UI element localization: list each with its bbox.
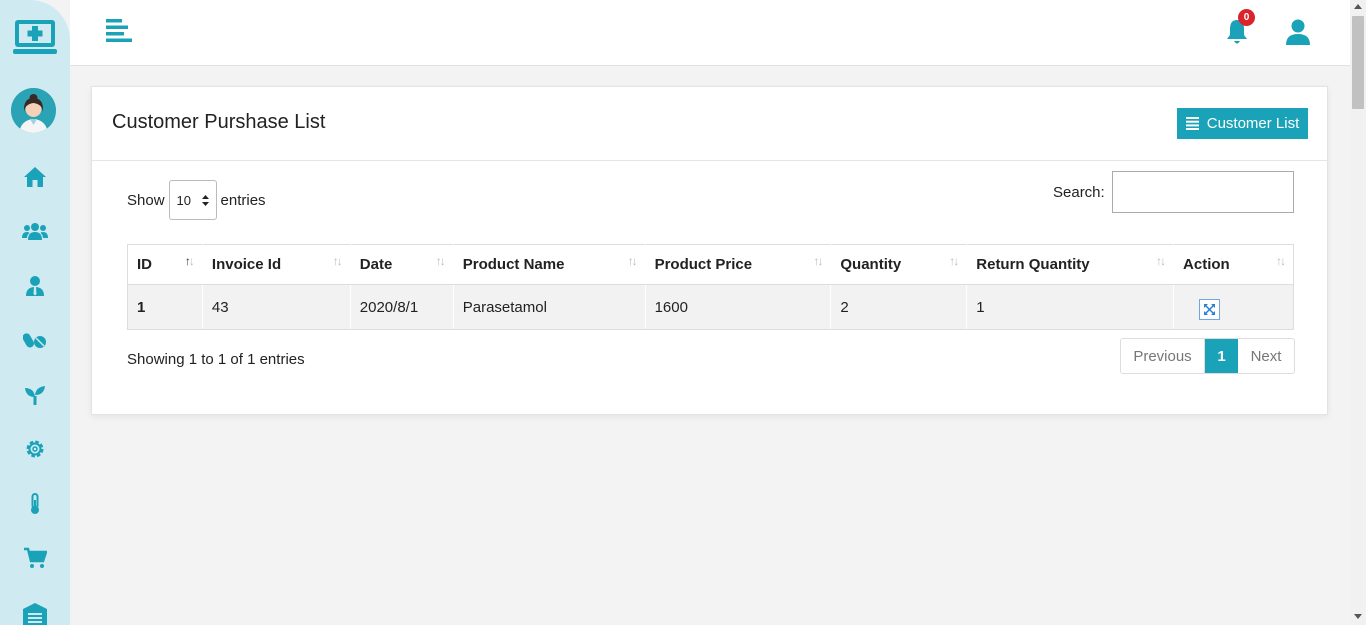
column-header-action[interactable]: Action ↑↓ <box>1173 244 1294 285</box>
sort-asc-icon: ↑↓ <box>184 254 195 268</box>
expand-icon[interactable] <box>1199 298 1221 320</box>
entries-select[interactable]: 10 <box>168 180 217 220</box>
scroll-up-arrow-icon[interactable] <box>1354 4 1362 9</box>
sort-icon: ↑↓ <box>627 254 638 268</box>
sidebar <box>0 0 70 625</box>
column-header-product-name[interactable]: Product Name ↑↓ <box>453 244 646 285</box>
list-icon <box>1185 117 1199 130</box>
cell-product-price: 1600 <box>645 284 832 330</box>
next-page-button[interactable]: Next <box>1238 339 1294 373</box>
user-icon[interactable] <box>1286 19 1310 46</box>
previous-page-button[interactable]: Previous <box>1121 339 1205 373</box>
pills-icon[interactable] <box>20 325 50 355</box>
table-header-row: ID ↑↓ Invoice Id ↑↓ Date ↑↓ Product Name ↑↓ … <box>127 244 1294 285</box>
entries-select-value: 10 <box>176 192 191 208</box>
customer-list-button-label: Customer List <box>1206 115 1300 132</box>
sort-icon: ↑↓ <box>813 254 823 268</box>
cart-icon[interactable] <box>20 543 50 573</box>
notification-badge: 0 <box>1238 9 1255 26</box>
page-title: Customer Purshase List <box>112 111 326 133</box>
doctor-avatar[interactable] <box>11 88 56 133</box>
gear-icon[interactable] <box>20 434 50 464</box>
column-header-return-quantity[interactable]: Return Quantity ↑↓ <box>966 244 1175 285</box>
show-label: Show <box>127 191 165 209</box>
pagination: Previous 1 Next <box>1120 338 1295 374</box>
cell-return-quantity: 1 <box>966 284 1175 330</box>
thermometer-icon[interactable] <box>20 489 50 519</box>
card-header: Customer Purshase List Customer List <box>92 87 1327 161</box>
sort-icon: ↑↓ <box>435 254 446 268</box>
users-icon[interactable] <box>20 216 50 246</box>
page-1-button[interactable]: 1 <box>1205 339 1238 373</box>
table-info: Showing 1 to 1 of 1 entries <box>127 351 305 368</box>
sort-icon: ↑↓ <box>1156 254 1166 268</box>
entries-length-control: Show 10 entries <box>127 180 266 220</box>
column-header-id[interactable]: ID ↑↓ <box>127 244 203 285</box>
cell-invoice-id: 43 <box>202 284 351 330</box>
table-row: 1 43 2020/8/1 Parasetamol 1600 2 1 <box>127 284 1294 330</box>
cell-product-name: Parasetamol <box>453 284 646 330</box>
purchase-table: ID ↑↓ Invoice Id ↑↓ Date ↑↓ Product Name ↑↓ … <box>127 244 1294 330</box>
logo-monitor-plus-icon[interactable] <box>13 18 57 56</box>
cell-quantity: 2 <box>830 284 968 330</box>
scroll-thumb[interactable] <box>1352 16 1364 109</box>
column-header-date[interactable]: Date ↑↓ <box>350 244 454 285</box>
column-header-invoice-id[interactable]: Invoice Id ↑↓ <box>202 244 351 285</box>
scroll-down-arrow-icon[interactable] <box>1354 614 1362 619</box>
cell-action <box>1173 284 1294 330</box>
cell-id: 1 <box>127 284 203 330</box>
column-header-quantity[interactable]: Quantity ↑↓ <box>830 244 968 285</box>
topbar: 0 <box>70 0 1350 66</box>
search-label: Search: <box>1053 183 1105 201</box>
sort-icon: ↑↓ <box>332 254 343 268</box>
warehouse-icon[interactable] <box>20 598 50 625</box>
search-control: Search: <box>1053 171 1294 213</box>
column-header-product-price[interactable]: Product Price ↑↓ <box>645 244 832 285</box>
sort-icon: ↑↓ <box>1276 254 1286 268</box>
select-arrows-icon <box>201 194 209 206</box>
menu-toggle-icon[interactable] <box>106 19 132 43</box>
user-tie-icon[interactable] <box>20 271 50 301</box>
sort-icon: ↑↓ <box>949 254 959 268</box>
entries-label: entries <box>220 191 266 209</box>
customer-list-button[interactable]: Customer List <box>1177 108 1308 139</box>
page-scrollbar[interactable] <box>1350 0 1366 625</box>
home-icon[interactable] <box>20 162 50 192</box>
search-input[interactable] <box>1111 171 1294 213</box>
cell-date: 2020/8/1 <box>350 284 454 330</box>
seedling-icon[interactable] <box>20 380 50 410</box>
purchase-list-card: Customer Purshase List Customer List Sho… <box>91 86 1328 415</box>
